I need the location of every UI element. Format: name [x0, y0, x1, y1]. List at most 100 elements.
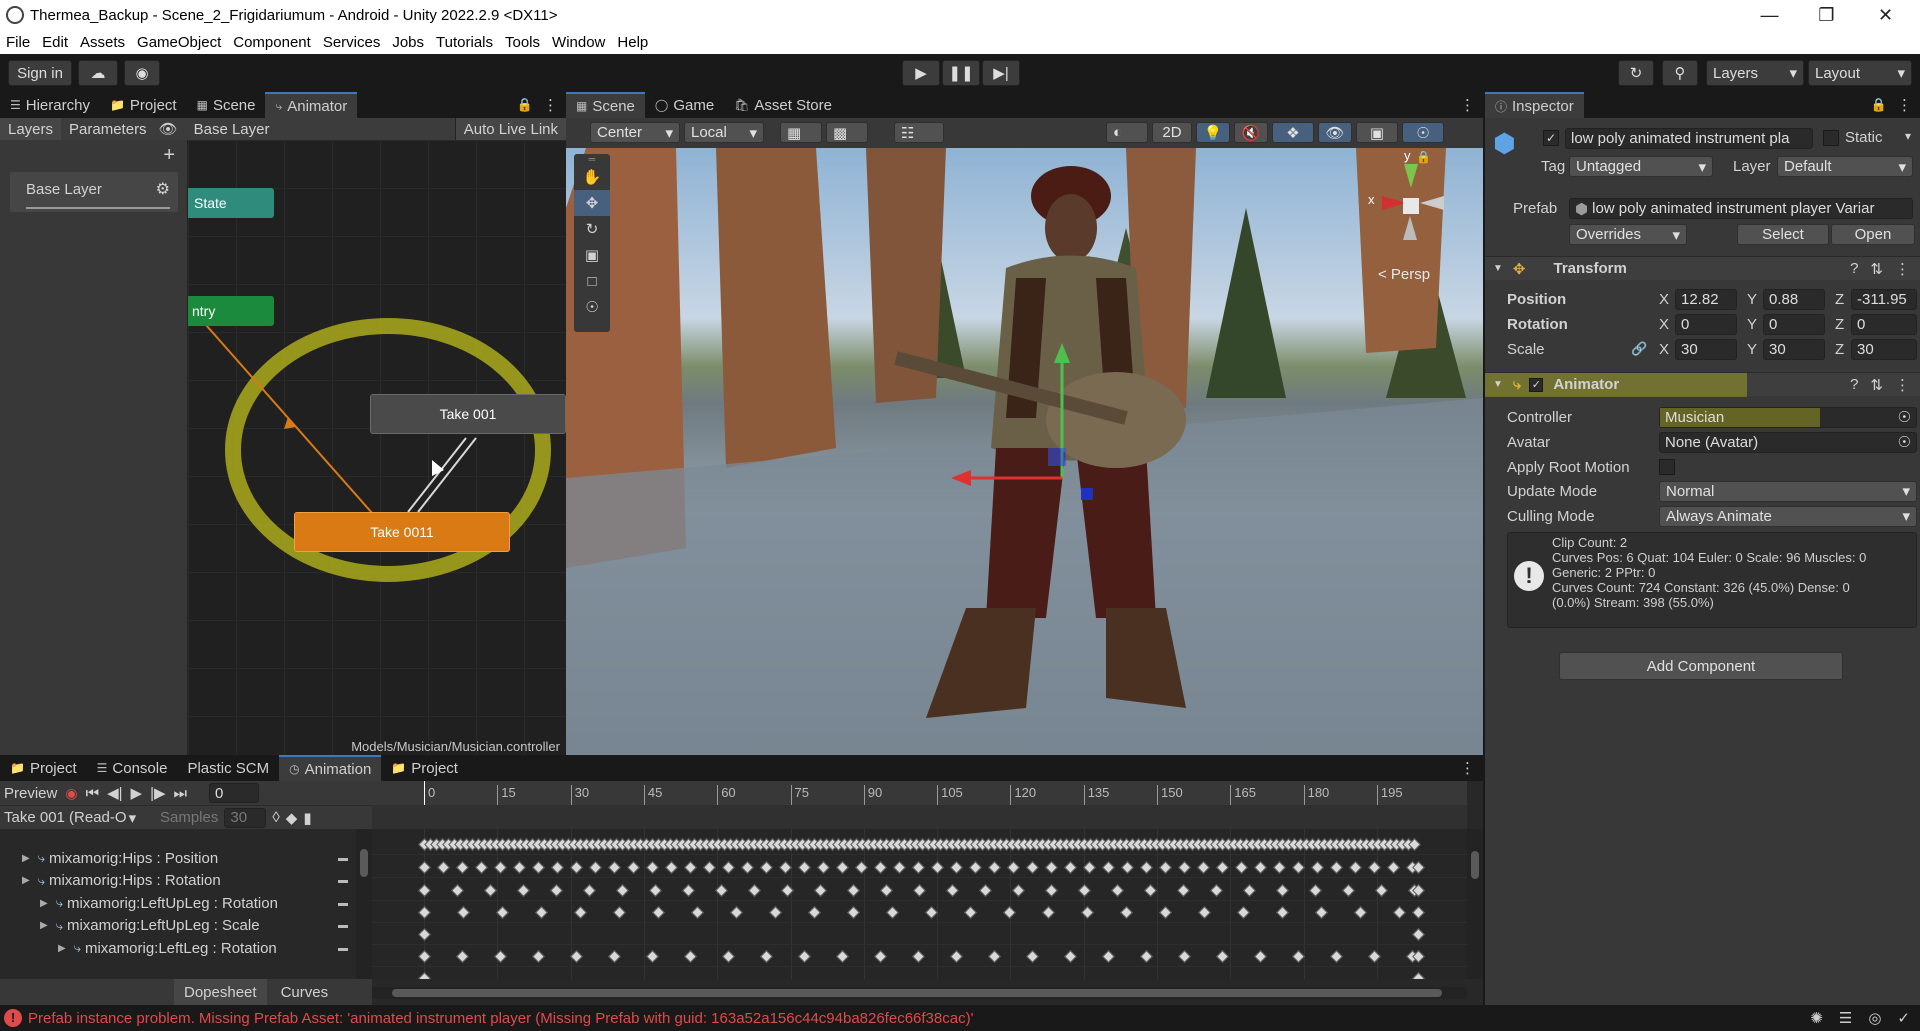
grid-visibility-dropdown[interactable]: ☷ [894, 122, 944, 143]
kebab-menu-icon[interactable]: ⋮ [1452, 755, 1483, 781]
collab-icon[interactable]: ◉ [124, 60, 160, 86]
layout-dropdown[interactable]: Layout ▾ [1808, 60, 1912, 86]
hidden-objects-icon[interactable]: 👁 [1318, 122, 1352, 143]
eye-icon[interactable]: 👁 [155, 120, 182, 138]
foldout-icon[interactable]: ▶ [58, 943, 66, 954]
tab-animator[interactable]: ⤷ Animator [265, 92, 358, 118]
2d-toggle[interactable]: 2D [1152, 122, 1192, 143]
scrollbar-thumb[interactable] [1471, 851, 1479, 879]
tag-dropdown[interactable]: Untagged ▾ [1569, 156, 1713, 177]
rotation-z-field[interactable]: 0 [1851, 313, 1917, 335]
lock-icon[interactable]: 🔒 [517, 97, 533, 113]
rotate-tool-icon[interactable]: ↻ [574, 216, 610, 242]
tab-inspector[interactable]: ⓘ Inspector [1485, 92, 1584, 118]
tab-project-bottom[interactable]: 📁 Project [0, 755, 87, 781]
layers-subtab[interactable]: Layers [0, 118, 62, 140]
search-icon[interactable]: ⚲ [1662, 60, 1698, 86]
update-mode-dropdown[interactable]: Normal ▾ [1659, 480, 1917, 502]
open-button[interactable]: Open [1831, 224, 1915, 245]
foldout-icon[interactable]: ▶ [22, 853, 30, 864]
prefab-field[interactable]: ⬢ low poly animated instrument player Var… [1569, 198, 1913, 219]
layers-dropdown[interactable]: Layers ▾ [1706, 60, 1804, 86]
object-picker-icon[interactable]: ☉ [1898, 408, 1911, 426]
preview-button[interactable]: Preview [4, 785, 57, 802]
scale-z-field[interactable]: 30 [1851, 338, 1917, 360]
curve-options-icon[interactable]: ▬ [338, 875, 348, 886]
tab-plastic-scm[interactable]: Plastic SCM [177, 755, 279, 781]
status-message[interactable]: Prefab instance problem. Missing Prefab … [28, 1010, 973, 1027]
position-y-field[interactable]: 0.88 [1763, 288, 1825, 310]
state-take0011[interactable]: Take 0011 [294, 512, 510, 552]
object-picker-icon[interactable]: ☉ [1898, 433, 1911, 451]
clip-dropdown[interactable]: Take 001 (Read-O ▾ [4, 809, 154, 827]
orientation-gizmo[interactable]: y x 🔒 [1356, 148, 1466, 256]
layer-dropdown[interactable]: Default ▾ [1777, 156, 1913, 177]
entry-node[interactable]: ntry [188, 296, 274, 326]
audio-icon[interactable]: 🔇 [1234, 122, 1268, 143]
step-icon[interactable]: ▶| [982, 60, 1020, 86]
hand-tool-icon[interactable]: ✋ [574, 164, 610, 190]
grid-snap-dropdown[interactable]: ▦ [780, 122, 822, 143]
menu-file[interactable]: File [0, 34, 36, 51]
tab-project-bottom-2[interactable]: 📁 Project [381, 755, 468, 781]
curve-options-icon[interactable]: ▬ [338, 898, 348, 909]
menu-gameobject[interactable]: GameObject [131, 34, 227, 51]
property-row[interactable]: ▶ ⤷ mixamorig:LeftUpLeg : Scale ▬ [0, 915, 356, 937]
last-key-icon[interactable]: ⏭ [174, 785, 188, 802]
scrollbar-thumb[interactable] [360, 849, 368, 877]
tab-animation[interactable]: ◷ Animation [279, 755, 382, 781]
event-marker-icon[interactable]: ▮ [303, 809, 311, 827]
rect-tool-icon[interactable]: □ [574, 268, 610, 294]
kebab-menu-icon[interactable]: ⋮ [1452, 92, 1483, 118]
state-take001[interactable]: Take 001 [370, 394, 566, 434]
kebab-menu-icon[interactable]: ⋮ [1897, 96, 1912, 114]
debug-icon[interactable]: ✺ [1810, 1009, 1823, 1027]
scene-viewport[interactable]: ═ ✋ ✥ ↻ ▣ □ ☉ y x 🔒 < Persp [566, 148, 1483, 756]
add-keyframe-icon[interactable]: ◊ [272, 809, 279, 826]
tab-scene-left[interactable]: ▦ Scene [187, 92, 266, 118]
kebab-menu-icon[interactable]: ⋮ [1895, 260, 1910, 278]
static-checkbox[interactable] [1823, 130, 1839, 146]
gizmos-icon[interactable]: ☉ [1402, 122, 1444, 143]
preset-icon[interactable]: ⇅ [1870, 260, 1883, 278]
tab-project[interactable]: 📁 Project [100, 92, 187, 118]
animator-enabled-checkbox[interactable]: ✓ [1529, 377, 1544, 392]
foldout-icon[interactable]: ▶ [40, 898, 48, 909]
menu-jobs[interactable]: Jobs [386, 34, 430, 51]
menu-tutorials[interactable]: Tutorials [430, 34, 499, 51]
tab-console[interactable]: ☰ Console [87, 755, 178, 781]
space-dropdown[interactable]: Local ▾ [684, 122, 764, 143]
play-icon[interactable]: ▶ [902, 60, 940, 86]
property-row[interactable]: ▶ ⤷ mixamorig:Hips : Rotation ▬ [0, 870, 356, 892]
menu-services[interactable]: Services [317, 34, 387, 51]
play-icon[interactable]: ▶ [131, 784, 143, 802]
tab-hierarchy[interactable]: ☰ Hierarchy [0, 92, 100, 118]
projection-label[interactable]: < Persp [1378, 266, 1430, 283]
controller-field[interactable]: Musician ☉ [1659, 406, 1917, 428]
cloud-icon[interactable]: ☁ [78, 60, 118, 86]
maximize-icon[interactable]: ❐ [1798, 0, 1855, 30]
history-icon[interactable]: ↻ [1618, 60, 1654, 86]
help-icon[interactable]: ? [1850, 260, 1858, 278]
kebab-menu-icon[interactable]: ⋮ [1895, 376, 1910, 394]
close-icon[interactable]: ✕ [1857, 0, 1914, 30]
scale-y-field[interactable]: 30 [1763, 338, 1825, 360]
record-icon[interactable]: ◉ [65, 785, 77, 802]
foldout-icon[interactable]: ▶ [40, 920, 48, 931]
pause-icon[interactable]: ❚❚ [942, 60, 980, 86]
dopesheet-vscroll[interactable] [1467, 829, 1483, 979]
curve-options-icon[interactable]: ▬ [338, 920, 348, 931]
active-checkbox[interactable]: ✓ [1543, 130, 1559, 146]
kebab-menu-icon[interactable]: ⋮ [543, 96, 558, 114]
tab-asset-store[interactable]: 🛍 Asset Store [724, 92, 842, 118]
add-component-button[interactable]: Add Component [1559, 652, 1843, 680]
check-icon[interactable]: ✓ [1897, 1009, 1910, 1027]
tab-dopesheet[interactable]: Dopesheet [174, 979, 267, 1005]
scrollbar-thumb[interactable] [392, 989, 1442, 997]
scale-x-field[interactable]: 30 [1675, 338, 1737, 360]
preset-icon[interactable]: ⇅ [1870, 376, 1883, 394]
object-name-field[interactable]: low poly animated instrument pla [1565, 128, 1813, 149]
rotation-x-field[interactable]: 0 [1675, 313, 1737, 335]
drag-handle-icon[interactable]: ═ [574, 154, 610, 164]
root-motion-checkbox[interactable] [1659, 459, 1675, 475]
